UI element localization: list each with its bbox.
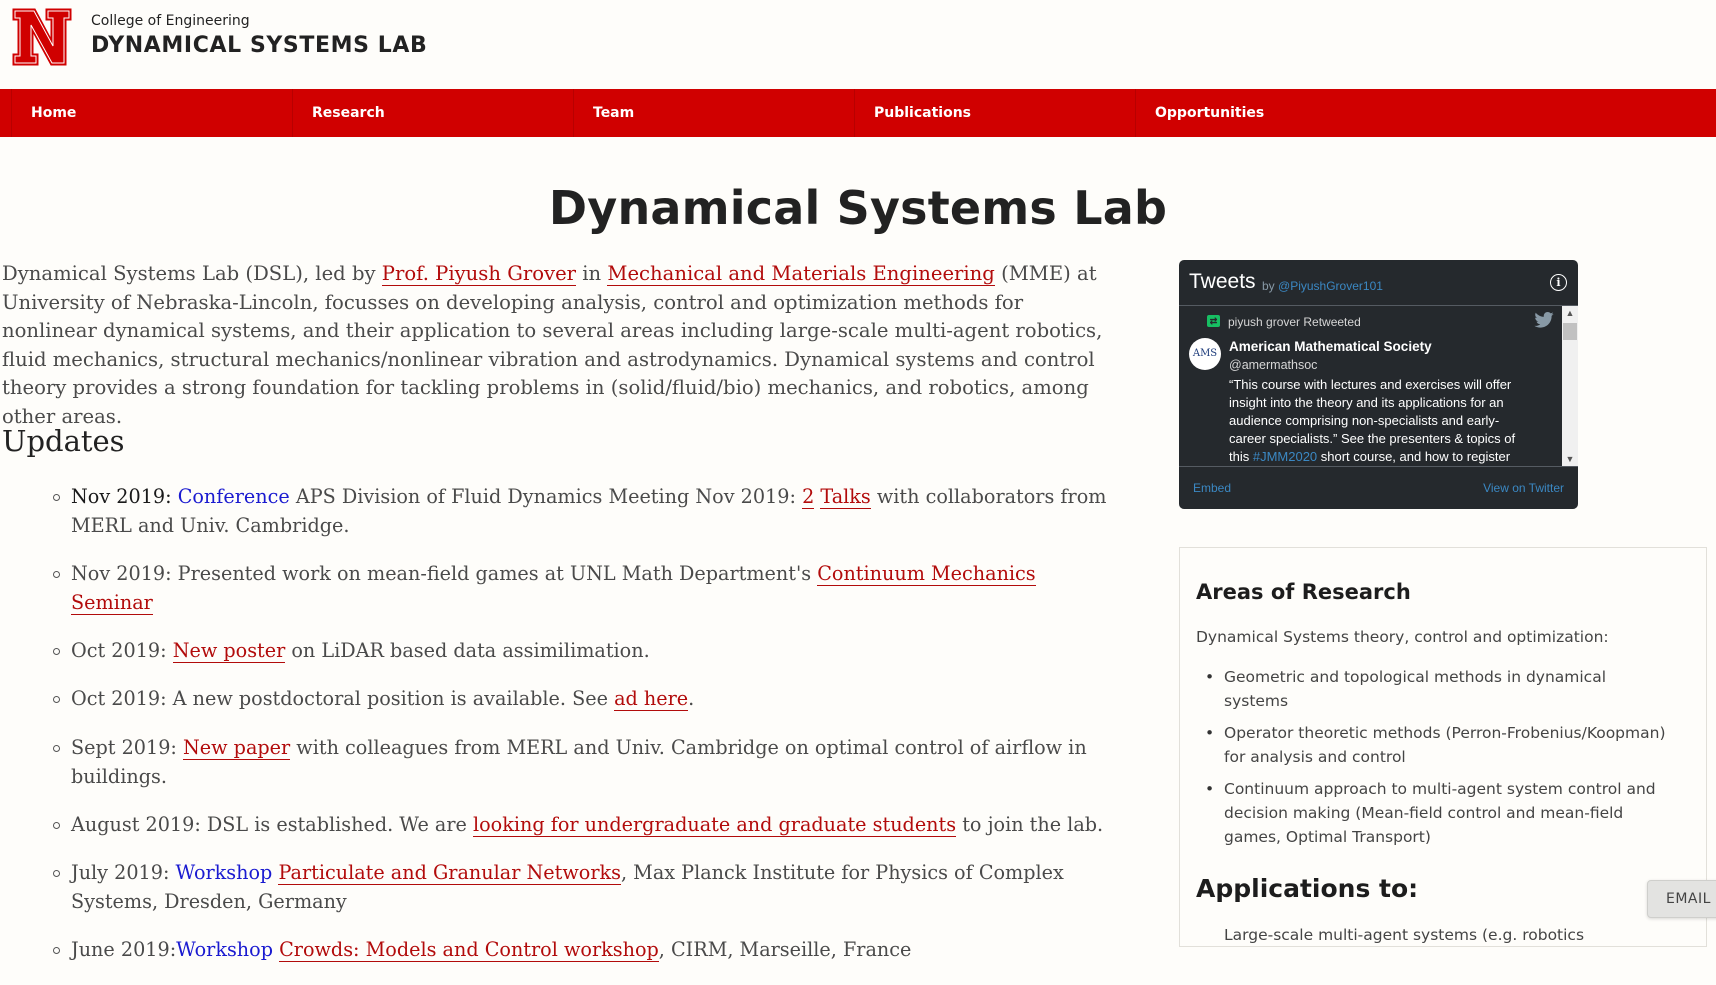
update-text: Oct 2019: xyxy=(71,639,173,663)
update-item: Oct 2019: New poster on LiDAR based data… xyxy=(0,637,1110,666)
twitter-timeline-widget: Tweets by @PiyushGrover101 i ⇄ piyush gr… xyxy=(1179,260,1578,509)
tweet-scrollbar[interactable]: ▲ ▼ xyxy=(1562,306,1578,466)
nav-publications[interactable]: Publications xyxy=(854,89,1135,137)
bullet-icon xyxy=(53,494,60,501)
tweet-text: “This course with lectures and exercises… xyxy=(1229,377,1516,464)
nav-home[interactable]: Home xyxy=(11,89,292,137)
workshop-link[interactable]: Crowds: Models and Control workshop xyxy=(279,938,659,963)
intro-paragraph: Dynamical Systems Lab (DSL), led by Prof… xyxy=(2,260,1122,432)
update-text: , CIRM, Marseille, France xyxy=(658,938,912,962)
tweet-list: ⇄ piyush grover Retweeted AMS American M… xyxy=(1179,306,1562,466)
update-tag: Conference xyxy=(177,485,290,508)
areas-subtitle: Dynamical Systems theory, control and op… xyxy=(1196,628,1609,646)
update-item: June 2019:Workshop Crowds: Models and Co… xyxy=(0,936,1110,965)
nebraska-n-logo[interactable] xyxy=(11,6,73,68)
email-button[interactable]: EMAIL xyxy=(1647,880,1716,918)
update-text: July 2019: xyxy=(71,861,176,885)
update-date: Nov 2019: xyxy=(71,485,172,508)
scroll-thumb[interactable] xyxy=(1563,323,1577,340)
areas-heading: Areas of Research xyxy=(1196,580,1411,604)
scroll-down-icon[interactable]: ▼ xyxy=(1562,452,1578,466)
twitter-footer: Embed View on Twitter xyxy=(1179,466,1578,509)
bullet-icon xyxy=(53,744,60,752)
update-text: . xyxy=(688,687,695,711)
update-tag: Workshop xyxy=(176,938,273,962)
twitter-header: Tweets by @PiyushGrover101 i xyxy=(1179,260,1578,306)
update-tag: Workshop xyxy=(175,861,273,885)
pi-link[interactable]: Prof. Piyush Grover xyxy=(381,262,577,286)
area-item: Operator theoretic methods (Perron-Frobe… xyxy=(1196,721,1666,769)
talks-link[interactable]: Talks xyxy=(820,485,871,509)
college-name: College of Engineering xyxy=(91,13,250,29)
areas-list: Geometric and topological methods in dyn… xyxy=(1196,665,1666,857)
update-text: Sept 2019: xyxy=(71,735,183,759)
update-text: APS Division of Fluid Dynamics Meeting N… xyxy=(289,485,803,508)
tweets-by: by @PiyushGrover101 xyxy=(1262,279,1383,293)
bullet-icon xyxy=(53,571,60,579)
updates-heading: Updates xyxy=(2,424,125,458)
twitter-handle-link[interactable]: @PiyushGrover101 xyxy=(1278,279,1383,293)
area-item: Continuum approach to multi-agent system… xyxy=(1196,777,1666,849)
bullet-icon xyxy=(53,648,60,656)
poster-link[interactable]: New poster xyxy=(172,639,286,664)
scroll-up-icon[interactable]: ▲ xyxy=(1562,306,1578,320)
tweet-author-name[interactable]: American Mathematical Society xyxy=(1229,339,1432,354)
nav-team[interactable]: Team xyxy=(573,89,854,137)
update-text: August 2019: DSL is established. We are xyxy=(71,812,473,836)
tweet-author-handle[interactable]: @amermathsoc xyxy=(1229,358,1317,372)
update-text: on LiDAR based data assimilimation. xyxy=(285,639,650,663)
update-text: June 2019: xyxy=(71,938,177,962)
intro-text: in xyxy=(576,262,608,285)
intro-text: Dynamical Systems Lab (DSL), led by xyxy=(2,262,382,285)
page-title: Dynamical Systems Lab xyxy=(548,180,1168,235)
update-item: Nov 2019: Conference APS Division of Flu… xyxy=(0,483,1110,541)
bullet-icon xyxy=(53,947,60,955)
embed-link[interactable]: Embed xyxy=(1193,481,1231,495)
retweet-icon: ⇄ xyxy=(1207,315,1220,327)
main-nav: Home Research Team Publications Opportun… xyxy=(0,89,1716,137)
retweet-label: piyush grover Retweeted xyxy=(1228,315,1361,329)
view-on-twitter-link[interactable]: View on Twitter xyxy=(1483,481,1564,495)
area-item: Geometric and topological methods in dyn… xyxy=(1196,665,1666,713)
update-item: August 2019: DSL is established. We are … xyxy=(0,811,1110,840)
lab-name[interactable]: DYNAMICAL SYSTEMS LAB xyxy=(91,33,427,58)
main-content: Dynamical Systems Lab (DSL), led by Prof… xyxy=(2,260,1122,432)
update-item: Nov 2019: Presented work on mean-field g… xyxy=(0,560,1110,618)
paper-link[interactable]: New paper xyxy=(183,735,291,760)
areas-of-research-panel: Areas of Research Dynamical Systems theo… xyxy=(1179,547,1707,947)
update-text: to join the lab. xyxy=(956,812,1104,836)
update-item: Oct 2019: A new postdoctoral position is… xyxy=(0,685,1110,714)
application-item: Large-scale multi-agent systems (e.g. ro… xyxy=(1224,926,1585,944)
nav-research[interactable]: Research xyxy=(292,89,573,137)
applications-heading: Applications to: xyxy=(1196,874,1419,903)
bullet-icon xyxy=(53,821,60,829)
updates-list: Nov 2019: Conference APS Division of Flu… xyxy=(0,483,1110,985)
workshop-link[interactable]: Particulate and Granular Networks xyxy=(278,861,621,886)
nav-opportunities[interactable]: Opportunities xyxy=(1135,89,1416,137)
ad-link[interactable]: ad here xyxy=(614,687,689,712)
hashtag-link[interactable]: #JMM2020 xyxy=(1253,449,1317,464)
info-icon[interactable]: i xyxy=(1550,274,1567,291)
update-text: Oct 2019: A new postdoctoral position is… xyxy=(71,687,615,711)
twitter-bird-icon[interactable] xyxy=(1534,312,1554,328)
update-item: July 2019: Workshop Particulate and Gran… xyxy=(0,859,1110,917)
students-link[interactable]: looking for undergraduate and graduate s… xyxy=(472,812,957,837)
department-link[interactable]: Mechanical and Materials Engineering xyxy=(607,262,995,286)
bullet-icon xyxy=(53,870,60,878)
bullet-icon xyxy=(53,696,60,704)
talk-link-1[interactable]: 2 xyxy=(802,485,815,509)
intro-text: (MME) at University of Nebraska-Lincoln,… xyxy=(2,262,1103,428)
avatar[interactable]: AMS xyxy=(1189,338,1221,370)
update-text: Nov 2019: Presented work on mean-field g… xyxy=(71,562,818,586)
update-item: Sept 2019: New paper with colleagues fro… xyxy=(0,734,1110,792)
tweets-title: Tweets xyxy=(1189,270,1256,293)
